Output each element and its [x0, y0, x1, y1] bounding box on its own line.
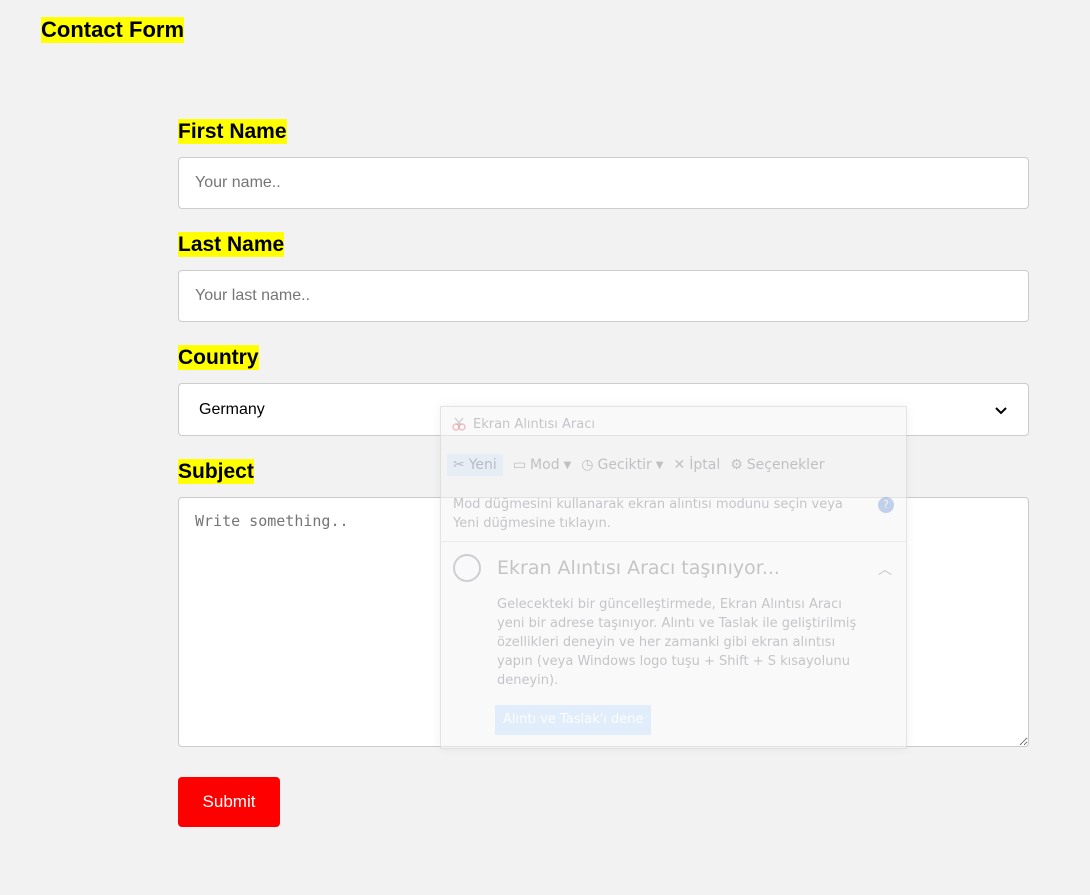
scissors-icon: ✂ — [453, 457, 465, 473]
mode-button[interactable]: ▭ Mod ▼ — [513, 457, 571, 473]
dropdown-caret-icon: ▼ — [563, 459, 572, 471]
last-name-label: Last Name — [178, 232, 285, 257]
country-selected-value: Germany — [199, 400, 265, 418]
chevron-down-icon — [995, 406, 1007, 414]
subject-label: Subject — [178, 459, 254, 484]
try-snip-sketch-button[interactable]: Alıntı ve Taslak'ı dene — [495, 705, 652, 735]
mode-label: Mod — [530, 457, 560, 473]
page-title: Contact Form — [41, 17, 184, 43]
snipping-tool-hint: Mod düğmesini kullanarak ekran alıntısı … — [453, 497, 843, 531]
options-button[interactable]: ⚙ Seçenekler — [730, 457, 824, 473]
close-icon: ✕ — [673, 457, 686, 473]
cancel-label: İptal — [689, 457, 721, 473]
new-snip-label: Yeni — [468, 457, 497, 473]
snipping-tool-toolbar: ✂ Yeni ▭ Mod ▼ ◷ Geciktir ▼ ✕ İptal ⚙ Se… — [447, 449, 900, 481]
new-snip-button[interactable]: ✂ Yeni — [447, 454, 503, 476]
divider — [441, 541, 906, 542]
options-label: Seçenekler — [746, 457, 825, 473]
snipping-tool-window[interactable]: Ekran Alıntısı Aracı ✂ Yeni ▭ Mod ▼ ◷ Ge… — [440, 406, 907, 749]
rectangle-mode-icon: ▭ — [512, 457, 527, 473]
last-name-input[interactable] — [178, 270, 1029, 322]
first-name-input[interactable] — [178, 157, 1029, 209]
snipping-tool-titlebar[interactable]: Ekran Alıntısı Aracı — [451, 416, 595, 432]
help-icon[interactable]: ? — [878, 497, 894, 513]
moving-notice-body: Gelecekteki bir güncelleştirmede, Ekran … — [497, 597, 857, 688]
snipping-tool-title: Ekran Alıntısı Aracı — [473, 416, 595, 432]
chevron-up-icon[interactable]: ︿ — [878, 559, 892, 579]
gear-icon: ⚙ — [730, 457, 743, 473]
delay-button[interactable]: ◷ Geciktir ▼ — [581, 457, 663, 473]
submit-button[interactable]: Submit — [178, 777, 280, 827]
cancel-button[interactable]: ✕ İptal — [674, 457, 721, 473]
scissors-icon — [452, 417, 466, 431]
country-label: Country — [178, 345, 259, 370]
snip-sketch-icon — [453, 554, 481, 582]
moving-notice-title: Ekran Alıntısı Aracı taşınıyor... — [497, 557, 780, 579]
clock-icon: ◷ — [581, 457, 594, 473]
delay-label: Geciktir — [597, 457, 652, 473]
dropdown-caret-icon: ▼ — [655, 459, 664, 471]
first-name-label: First Name — [178, 119, 287, 144]
